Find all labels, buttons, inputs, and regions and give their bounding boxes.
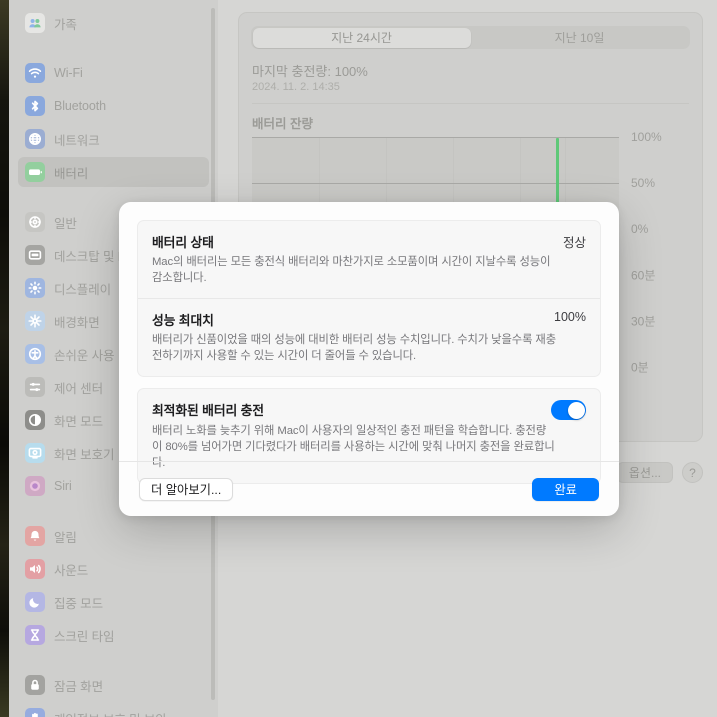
card-divider [252,103,689,104]
privacy-hand-icon [25,708,45,717]
battery-condition-description: Mac의 배터리는 모든 충전식 배터리와 마찬가지로 소모품이며 시간이 지날… [152,256,551,285]
sidebar-group: 알림사운드집중 모드스크린 타임 [9,521,218,650]
lock-screen-icon [25,675,45,695]
control-center-icon [25,377,45,397]
battery-status-group: 배터리 상태 정상 Mac의 배터리는 모든 충전식 배터리와 마찬가지로 소모… [137,220,601,378]
modal-content: 배터리 상태 정상 Mac의 배터리는 모든 충전식 배터리와 마찬가지로 소모… [119,202,619,485]
desktop-wallpaper-strip [0,0,9,717]
screen-saver-icon [25,443,45,463]
sidebar-item-label: 알림 [54,530,77,545]
sidebar-item-label: 스크린 타임 [54,629,115,644]
sidebar-item-notifications-bell[interactable]: 알림 [18,521,209,551]
sidebar-item-label: 일반 [54,216,77,231]
battery-condition-value: 정상 [562,236,586,250]
y-tick-0: 0% [631,222,649,236]
sidebar-item-label: 가족 [54,17,77,32]
wallpaper-icon [25,311,45,331]
sidebar-item-label: 개인정보 보호 및 보안 [54,709,167,717]
tab-last-24-hours[interactable]: 지난 24시간 [252,27,471,48]
battery-condition-title: 배터리 상태 [152,235,214,250]
sidebar-item-label: 배터리 [54,166,89,181]
learn-more-button[interactable]: 더 알아보기... [139,477,234,501]
display-brightness-icon [25,278,45,298]
chart-gridline-h-50 [252,183,619,184]
sidebar-group: Wi-Fi Bluetooth 네트워크배터리 [9,58,218,187]
options-button[interactable]: 옵션... [616,462,673,483]
sidebar-item-bluetooth[interactable]: Bluetooth [18,91,209,121]
screen-time-hourglass-icon [25,625,45,645]
sidebar-item-sound-speaker[interactable]: 사운드 [18,554,209,584]
system-settings-window: 가족 Wi-Fi Bluetooth 네트워크 배터리 일반 데스크탑 및 Dock 디스플레… [9,0,717,717]
sidebar-item-focus-moon[interactable]: 집중 모드 [18,587,209,617]
pane-footer-buttons: 옵션... ? [616,462,703,483]
accessibility-icon [25,344,45,364]
sidebar-item-label: 화면 보호기 [54,447,115,462]
maximum-capacity-row: 성능 최대치 100% 배터리가 신품이었을 때의 성능에 대비한 배터리 성능… [138,298,600,376]
tab-last-10-days[interactable]: 지난 10일 [471,28,689,48]
battery-icon [25,162,45,182]
siri-icon [25,476,45,496]
sidebar-group-separator [9,41,218,58]
sidebar-item-lock-screen[interactable]: 잠금 화면 [18,670,209,700]
sidebar-item-network-globe[interactable]: 네트워크 [18,124,209,154]
maximum-capacity-title: 성능 최대치 [152,313,214,329]
y-tick-100: 100% [631,130,662,144]
sidebar-item-label: Siri [54,479,72,493]
modal-footer: 더 알아보기... 완료 [119,461,619,516]
sidebar-item-label: Bluetooth [54,99,106,113]
done-button[interactable]: 완료 [532,477,599,501]
sidebar-item-label: Wi-Fi [54,66,83,80]
sidebar-item-label: 집중 모드 [54,596,103,611]
focus-moon-icon [25,592,45,612]
sidebar-group: 가족 [9,8,218,38]
sidebar-item-label: 사운드 [54,563,89,578]
sidebar-group-separator [9,653,218,670]
sidebar-item-battery[interactable]: 배터리 [18,157,209,187]
network-globe-icon [25,129,45,149]
sidebar-item-screen-time-hourglass[interactable]: 스크린 타임 [18,620,209,650]
y-tick-0min: 0분 [631,360,649,375]
sidebar-item-wifi[interactable]: Wi-Fi [18,58,209,88]
y-tick-50: 50% [631,176,656,190]
wifi-icon [25,63,45,83]
sidebar-item-label: 디스플레이 [54,282,112,297]
sidebar-item-privacy-hand[interactable]: 개인정보 보호 및 보안 [18,703,209,717]
sidebar-item-family[interactable]: 가족 [18,8,209,38]
family-icon [25,13,45,33]
sidebar-item-label: 배경화면 [54,315,100,330]
sidebar-group: 잠금 화면개인정보 보호 및 보안Touch ID 및 암호사용자 및 그룹 [9,670,218,717]
chart-gridline-h-100 [252,137,619,138]
y-tick-60min: 60분 [631,268,656,283]
sidebar-item-label: 제어 센터 [54,381,103,396]
desktop-dock-icon [25,245,45,265]
sidebar-item-label: 손쉬운 사용 [54,348,115,363]
maximum-capacity-description: 배터리가 신품이었을 때의 성능에 대비한 배터리 성능 수치입니다. 수치가 … [152,334,556,363]
sound-speaker-icon [25,559,45,579]
gear-icon [25,212,45,232]
last-charge-level-label: 마지막 충전량: 100% [252,64,368,79]
bluetooth-icon [25,96,45,116]
y-tick-30min: 30분 [631,314,656,329]
sidebar-item-label: 잠금 화면 [54,679,103,694]
appearance-icon [25,410,45,430]
optimized-charging-title: 최적화된 배터리 충전 [152,403,264,419]
battery-health-modal: 배터리 상태 정상 Mac의 배터리는 모든 충전식 배터리와 마찬가지로 소모… [119,202,619,516]
last-charge-timestamp: 2024. 11. 2. 14:35 [252,81,340,93]
sidebar-item-label: 네트워크 [54,133,100,148]
sidebar-item-label: 화면 모드 [54,414,103,429]
help-button[interactable]: ? [682,462,703,483]
battery-condition-row: 배터리 상태 정상 Mac의 배터리는 모든 충전식 배터리와 마찬가지로 소모… [138,221,600,298]
notifications-bell-icon [25,526,45,546]
maximum-capacity-value: 100% [554,310,586,325]
battery-level-chart-title: 배터리 잔량 [252,117,313,131]
optimized-charging-toggle[interactable] [551,400,586,421]
time-range-segmented-control[interactable]: 지난 24시간 지난 10일 [251,26,690,49]
